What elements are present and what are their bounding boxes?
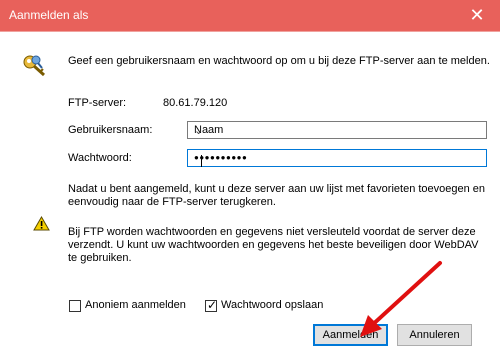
- warning-icon: [33, 216, 50, 231]
- username-combobox[interactable]: Naam ⌄: [187, 121, 487, 139]
- chevron-down-icon[interactable]: ⌄: [194, 124, 482, 137]
- username-label: Gebruikersnaam:: [68, 124, 153, 136]
- save-password-checkbox[interactable]: [205, 298, 217, 312]
- title-bar: Aanmelden als ✕: [0, 0, 500, 31]
- red-arrow-annotation: [360, 261, 442, 337]
- close-icon[interactable]: ✕: [454, 0, 500, 31]
- save-password-label[interactable]: Wachtwoord opslaan: [221, 299, 323, 311]
- dialog-body: Geef een gebruikersnaam en wachtwoord op…: [0, 31, 500, 354]
- intro-text: Geef een gebruikersnaam en wachtwoord op…: [68, 55, 490, 67]
- window-title: Aanmelden als: [9, 8, 89, 22]
- anonymous-checkbox[interactable]: [69, 300, 81, 312]
- text-cursor: [201, 155, 202, 167]
- ftp-server-value: 80.61.79.120: [163, 97, 228, 109]
- favorites-info-text: Nadat u bent aangemeld, kunt u deze serv…: [68, 183, 486, 208]
- keys-icon: [23, 55, 46, 77]
- anonymous-label[interactable]: Anoniem aanmelden: [85, 299, 186, 311]
- password-field[interactable]: ●●●●●●●●●●: [187, 149, 487, 167]
- ftp-server-label: FTP-server:: [68, 97, 127, 109]
- password-label: Wachtwoord:: [68, 152, 132, 164]
